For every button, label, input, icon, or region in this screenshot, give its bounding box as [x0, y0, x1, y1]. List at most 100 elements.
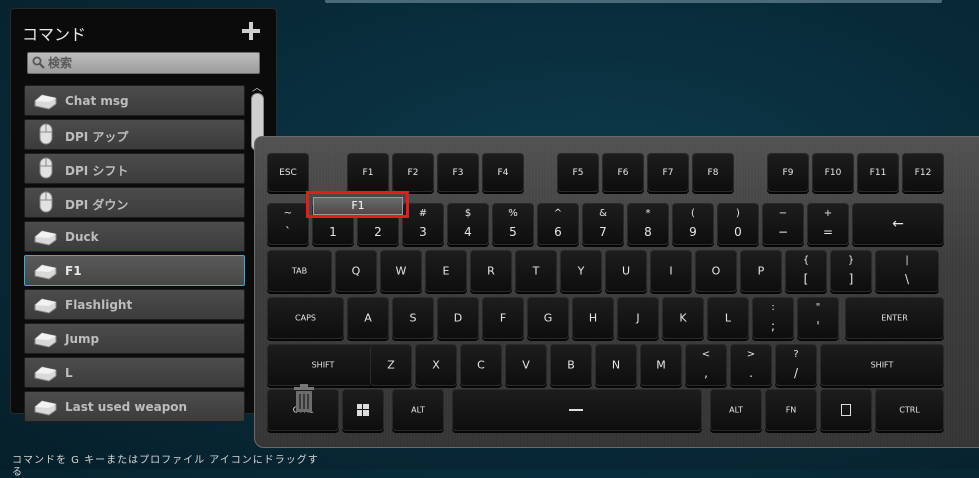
- command-item[interactable]: DPI シフト: [24, 153, 245, 184]
- key-f12[interactable]: F12: [902, 153, 944, 192]
- command-item[interactable]: Duck: [24, 221, 245, 252]
- key-x[interactable]: X: [415, 344, 457, 386]
- command-item[interactable]: F1: [24, 255, 245, 286]
- key-num-10[interactable]: ) 0: [717, 203, 759, 245]
- command-item[interactable]: DPI アップ: [24, 119, 245, 150]
- command-item[interactable]: Flashlight: [24, 289, 245, 320]
- key-ctrl-right[interactable]: CTRL: [875, 389, 944, 431]
- key-h[interactable]: H: [572, 297, 614, 339]
- key-sym-z-0[interactable]: <,: [685, 344, 727, 386]
- key-esc[interactable]: ESC: [267, 153, 309, 192]
- key-sym-q-0[interactable]: {[: [785, 250, 827, 292]
- key-caps[interactable]: CAPS: [267, 297, 344, 339]
- key-b[interactable]: B: [550, 344, 592, 386]
- key-z[interactable]: Z: [370, 344, 412, 386]
- command-item[interactable]: DPI ダウン: [24, 187, 245, 218]
- key-a[interactable]: A: [347, 297, 389, 339]
- key-w[interactable]: W: [380, 250, 422, 292]
- key-label: SHIFT: [870, 360, 894, 370]
- key-l[interactable]: L: [707, 297, 749, 339]
- command-item[interactable]: L: [24, 357, 245, 388]
- key-k[interactable]: K: [662, 297, 704, 339]
- keyboard-key-icon: [32, 89, 60, 111]
- key-v[interactable]: V: [505, 344, 547, 386]
- key-f7[interactable]: F7: [647, 153, 689, 192]
- key-num-0[interactable]: ~ `: [267, 203, 309, 245]
- key-backspace[interactable]: ←: [852, 203, 944, 245]
- search-box[interactable]: [27, 52, 260, 74]
- key-o[interactable]: O: [695, 250, 737, 292]
- key-e[interactable]: E: [425, 250, 467, 292]
- key-label-top: $: [464, 208, 472, 219]
- key-num-12[interactable]: + =: [807, 203, 849, 245]
- trash-icon[interactable]: [292, 383, 316, 413]
- key-enter[interactable]: ENTER: [845, 297, 944, 339]
- key-label-bottom: `: [285, 225, 291, 239]
- key-num-9[interactable]: (9: [672, 203, 714, 245]
- key-f[interactable]: F: [482, 297, 524, 339]
- key-u[interactable]: U: [605, 250, 647, 292]
- commands-panel: コマンド Chat msg DPI アップ DPI シフト DPI ダウン Duck F1…: [10, 8, 277, 422]
- key-r[interactable]: R: [470, 250, 512, 292]
- key-sym-q-2[interactable]: | \: [875, 250, 939, 292]
- key-f3[interactable]: F3: [437, 153, 479, 192]
- key-sym-z-2[interactable]: ? /: [775, 344, 817, 386]
- key-f11[interactable]: F11: [857, 153, 899, 192]
- key-j[interactable]: J: [617, 297, 659, 339]
- key-f8[interactable]: F8: [692, 153, 734, 192]
- key-s[interactable]: S: [392, 297, 434, 339]
- key-q[interactable]: Q: [335, 250, 377, 292]
- key-label-bottom: 8: [644, 225, 652, 239]
- key-d[interactable]: D: [437, 297, 479, 339]
- command-item[interactable]: Last used weapon: [24, 391, 245, 422]
- key-alt-left[interactable]: ALT: [392, 389, 444, 431]
- key-shift-right[interactable]: SHIFT: [820, 344, 944, 386]
- command-list: Chat msg DPI アップ DPI シフト DPI ダウン Duck F1 Flash…: [24, 85, 245, 425]
- keyboard-key-icon: [32, 361, 60, 383]
- key-f1[interactable]: F1: [347, 153, 389, 192]
- key-label-top: ^: [553, 208, 563, 219]
- key-num-8[interactable]: * 8: [627, 203, 669, 245]
- key-label: T: [532, 264, 540, 278]
- key-num-4[interactable]: $4: [447, 203, 489, 245]
- key-sym-a-0[interactable]: :;: [752, 297, 794, 339]
- key-f10[interactable]: F10: [812, 153, 854, 192]
- command-item[interactable]: Chat msg: [24, 85, 245, 116]
- search-input[interactable]: [48, 53, 253, 73]
- key-sym-z-1[interactable]: >.: [730, 344, 772, 386]
- key-label: Z: [387, 358, 395, 372]
- key-num-7[interactable]: & 7: [582, 203, 624, 245]
- top-window-edge: [325, 0, 942, 3]
- key-m[interactable]: M: [640, 344, 682, 386]
- key-sym-a-1[interactable]: " ': [797, 297, 839, 339]
- key-space[interactable]: [452, 389, 702, 431]
- key-i[interactable]: I: [650, 250, 692, 292]
- key-f4[interactable]: F4: [482, 153, 524, 192]
- key-t[interactable]: T: [515, 250, 557, 292]
- key-windows[interactable]: [342, 389, 384, 431]
- key-f5[interactable]: F5: [557, 153, 599, 192]
- key-alt-right[interactable]: ALT: [710, 389, 762, 431]
- key-num-6[interactable]: ^ 6: [537, 203, 579, 245]
- command-item[interactable]: Jump: [24, 323, 245, 354]
- key-y[interactable]: Y: [560, 250, 602, 292]
- key-f9[interactable]: F9: [767, 153, 809, 192]
- key-p[interactable]: P: [740, 250, 782, 292]
- key-label-bottom: 4: [464, 225, 472, 239]
- key-sym-q-1[interactable]: }]: [830, 250, 872, 292]
- key-g[interactable]: G: [527, 297, 569, 339]
- key-c[interactable]: C: [460, 344, 502, 386]
- key-num-11[interactable]: − −: [762, 203, 804, 245]
- key-f6[interactable]: F6: [602, 153, 644, 192]
- key-label-bottom: ]: [848, 272, 854, 286]
- key-num-5[interactable]: % 5: [492, 203, 534, 245]
- dragged-command-chip[interactable]: F1: [313, 197, 403, 215]
- scroll-up-icon[interactable]: ︿: [252, 84, 262, 94]
- key-tab[interactable]: TAB: [267, 250, 332, 292]
- add-command-button[interactable]: [240, 20, 262, 42]
- key-menu[interactable]: [820, 389, 872, 431]
- key-f2[interactable]: F2: [392, 153, 434, 192]
- key-shift-left[interactable]: SHIFT: [267, 344, 379, 386]
- key-n[interactable]: N: [595, 344, 637, 386]
- key-fn[interactable]: FN: [765, 389, 817, 431]
